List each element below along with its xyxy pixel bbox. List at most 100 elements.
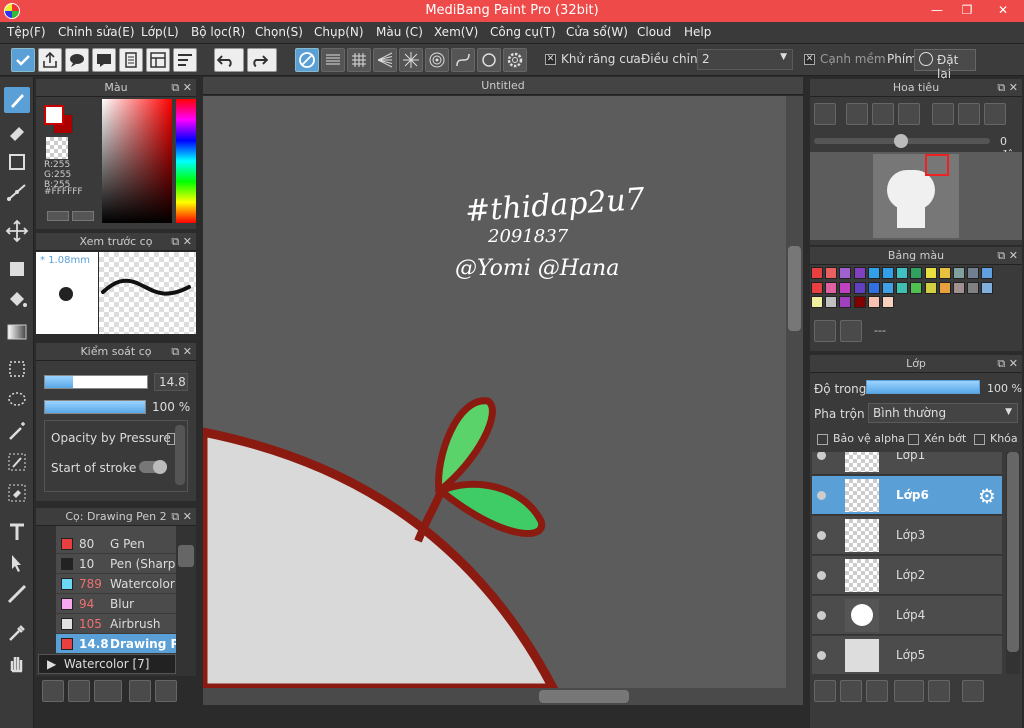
protect-alpha-checkbox[interactable] xyxy=(817,434,828,445)
select-eraser-tool-icon[interactable] xyxy=(4,480,30,506)
panel-undock-close-icon[interactable]: ⧉ ✕ xyxy=(171,343,192,361)
new-palette-icon[interactable] xyxy=(814,320,836,342)
new-brush-icon[interactable] xyxy=(68,680,90,702)
palette-swatch[interactable] xyxy=(825,296,838,308)
curve-snap-icon[interactable] xyxy=(451,48,475,72)
close-button[interactable]: ✕ xyxy=(982,0,1024,20)
hand-tool-icon[interactable] xyxy=(4,651,30,677)
folder-icon[interactable] xyxy=(155,680,177,702)
new-8bit-layer-icon[interactable] xyxy=(866,680,888,702)
options-scrollbar[interactable] xyxy=(175,425,185,485)
palette-swatch[interactable] xyxy=(867,281,880,294)
cloud-download-icon[interactable] xyxy=(42,680,64,702)
panel-undock-close-icon[interactable]: ⧉ ✕ xyxy=(997,247,1018,265)
add-brush-menu-icon[interactable] xyxy=(94,680,122,702)
maximize-button[interactable]: ❐ xyxy=(952,0,982,20)
palette-swatch[interactable] xyxy=(938,281,951,294)
menu-snap[interactable]: Chụp(N) xyxy=(314,25,364,39)
brush-size-value[interactable]: 14.8 xyxy=(154,373,188,391)
magic-wand-tool-icon[interactable] xyxy=(4,418,30,444)
navigator-preview[interactable] xyxy=(810,152,1022,240)
actual-size-icon[interactable] xyxy=(898,103,920,125)
horizontal-scrollbar[interactable] xyxy=(203,688,803,705)
palette-swatch[interactable] xyxy=(811,281,823,294)
trash-icon[interactable] xyxy=(840,320,862,342)
ellipse-snap-icon[interactable] xyxy=(477,48,501,72)
add-layer-menu-icon[interactable] xyxy=(894,680,924,702)
speech-bubble-icon[interactable] xyxy=(65,48,89,72)
reset-button[interactable]: Đặt lại xyxy=(914,49,976,81)
brush-item-watercolor[interactable]: 789 Watercolor xyxy=(56,574,176,594)
brush-list-scrollbar[interactable] xyxy=(178,545,194,567)
menu-cloud[interactable]: Cloud xyxy=(637,25,671,39)
parallel-snap-icon[interactable] xyxy=(321,48,345,72)
panel-undock-close-icon[interactable]: ⧉ ✕ xyxy=(171,508,192,526)
menu-window[interactable]: Cửa sổ(W) xyxy=(566,25,628,39)
menu-filter[interactable]: Bộ lọc(R) xyxy=(191,25,245,39)
clipping-checkbox[interactable] xyxy=(908,434,919,445)
palette-swatch[interactable] xyxy=(811,296,823,308)
panel-layout-icon[interactable] xyxy=(146,48,170,72)
zoom-in-icon[interactable] xyxy=(814,103,836,125)
move-tool-icon[interactable] xyxy=(4,218,30,244)
eye-icon[interactable] xyxy=(817,651,826,660)
palette-swatch[interactable] xyxy=(924,281,937,294)
blend-mode-select[interactable]: Bình thường ▼ xyxy=(868,403,1018,423)
vertical-scrollbar[interactable] xyxy=(786,96,803,688)
fit-screen-icon[interactable] xyxy=(872,103,894,125)
palette-swatch[interactable] xyxy=(853,296,866,308)
drawing-canvas[interactable]: #thidap2u7 2091837 @Yomi @Hana xyxy=(203,96,803,688)
menu-help[interactable]: Help xyxy=(684,25,711,39)
palette-swatch[interactable] xyxy=(882,267,894,279)
rotation-slider[interactable] xyxy=(814,134,990,148)
brush-tool-icon[interactable] xyxy=(4,87,30,113)
palette-swatch[interactable] xyxy=(910,267,923,279)
gear-icon[interactable]: ⚙ xyxy=(978,484,996,508)
text-tool-icon[interactable] xyxy=(4,519,30,545)
eye-icon[interactable] xyxy=(817,611,826,620)
palette-swatch[interactable] xyxy=(825,281,838,294)
layer-row-lop2[interactable]: Lớp2 xyxy=(812,556,1002,595)
layer-row-lop1[interactable]: Lớp1 xyxy=(812,452,1002,475)
palette-swatch[interactable] xyxy=(839,296,852,308)
color-remove-button[interactable] xyxy=(72,211,94,221)
saturation-value-picker[interactable] xyxy=(102,99,172,223)
palette-swatch[interactable] xyxy=(896,281,909,294)
line-tool-icon[interactable] xyxy=(4,179,30,205)
eye-icon[interactable] xyxy=(817,571,826,580)
soft-edge-checkbox[interactable]: ✕ xyxy=(804,54,815,65)
rotate-right-icon[interactable] xyxy=(984,103,1006,125)
palette-swatch[interactable] xyxy=(853,267,866,279)
foreground-color-swatch[interactable] xyxy=(44,105,64,125)
layer-row-lop6[interactable]: Lớp6 ⚙ xyxy=(812,476,1002,515)
undo-button[interactable] xyxy=(214,48,244,72)
layer-row-lop3[interactable]: Lớp3 xyxy=(812,516,1002,555)
document-icon[interactable] xyxy=(119,48,143,72)
menu-color[interactable]: Màu (C) xyxy=(376,25,423,39)
layer-opacity-slider[interactable] xyxy=(866,380,980,394)
concentric-snap-icon[interactable] xyxy=(425,48,449,72)
select-rect-tool-icon[interactable] xyxy=(4,356,30,382)
lock-checkbox[interactable] xyxy=(974,434,985,445)
share-icon[interactable] xyxy=(38,48,62,72)
palette-swatch[interactable] xyxy=(967,267,980,279)
palette-swatch[interactable] xyxy=(924,267,937,279)
palette-swatch[interactable] xyxy=(839,267,852,279)
radial-snap-icon[interactable] xyxy=(399,48,423,72)
perspective-snap-icon[interactable] xyxy=(373,48,397,72)
fill-rect-tool-icon[interactable] xyxy=(4,256,30,282)
minimize-button[interactable]: — xyxy=(922,0,952,20)
flip-icon[interactable] xyxy=(958,103,980,125)
eyedropper-tool-icon[interactable] xyxy=(4,620,30,646)
palette-swatch[interactable] xyxy=(981,281,994,294)
eye-icon[interactable] xyxy=(817,491,826,500)
bucket-tool-icon[interactable] xyxy=(4,287,30,313)
gradient-tool-icon[interactable] xyxy=(4,319,30,345)
brush-group-row[interactable]: ▶ Watercolor [7] xyxy=(38,654,176,674)
palette-swatch[interactable] xyxy=(867,296,880,308)
palette-swatch[interactable] xyxy=(938,267,951,279)
brush-size-slider[interactable] xyxy=(44,375,148,389)
opacity-pressure-checkbox[interactable] xyxy=(167,433,175,445)
adjust-select[interactable]: 2 ▼ xyxy=(697,49,793,70)
redo-button[interactable] xyxy=(247,48,277,72)
